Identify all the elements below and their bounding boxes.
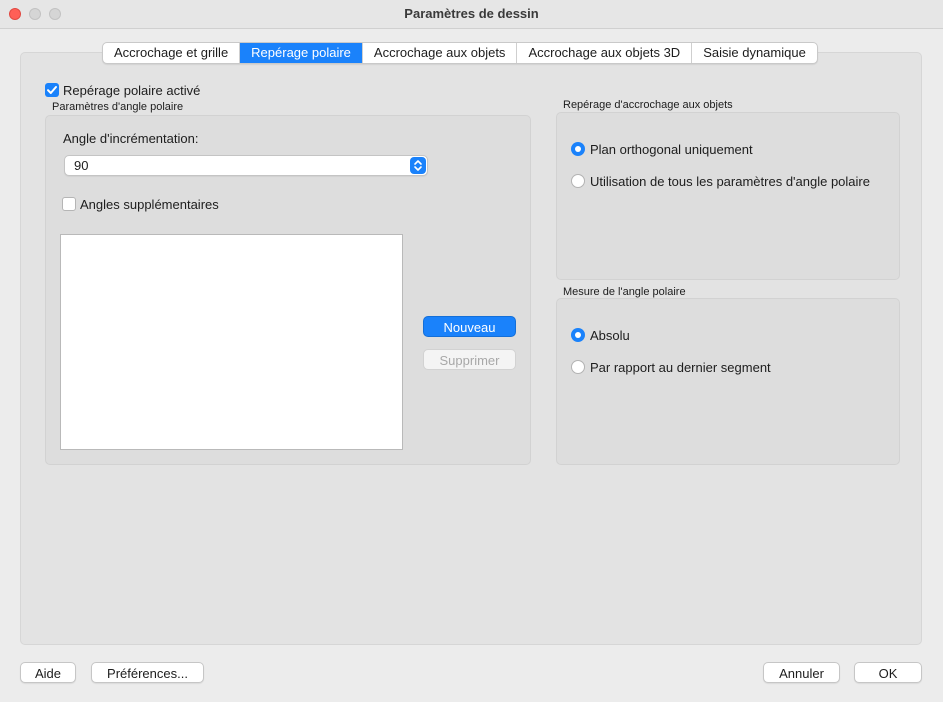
object-snap-tracking-group-label: Repérage d'accrochage aux objets [563,99,733,111]
cancel-button[interactable]: Annuler [763,662,840,683]
tab-dynamic-input[interactable]: Saisie dynamique [692,43,817,63]
increment-angle-label: Angle d'incrémentation: [63,131,199,146]
angle-measure-group-label: Mesure de l'angle polaire [563,286,686,298]
additional-angles-list[interactable] [60,234,403,450]
orthogonal-only-radio[interactable] [571,142,585,156]
angle-settings-group-label: Paramètres d'angle polaire [52,101,184,113]
additional-angles-label: Angles supplémentaires [80,197,219,212]
all-polar-angles-label: Utilisation de tous les paramètres d'ang… [590,174,870,189]
all-polar-angles-radio[interactable] [571,174,585,188]
tab-3d-object-snap[interactable]: Accrochage aux objets 3D [517,43,693,63]
object-snap-tracking-group [556,112,900,280]
relative-last-segment-radio[interactable] [571,360,585,374]
polar-tracking-checkbox[interactable] [45,83,59,97]
tab-snap-and-grid[interactable]: Accrochage et grille [103,43,241,63]
window-title: Paramètres de dessin [404,6,539,21]
ok-button[interactable]: OK [854,662,922,683]
polar-tracking-label: Repérage polaire activé [63,83,201,98]
delete-angle-button[interactable]: Supprimer [423,349,516,370]
absolute-radio[interactable] [571,328,585,342]
tab-polar-tracking[interactable]: Repérage polaire [240,43,363,63]
checkmark-icon [47,86,57,94]
increment-angle-value: 90 [74,158,89,173]
new-angle-button[interactable]: Nouveau [423,316,516,337]
select-chevrons-icon [410,157,426,174]
orthogonal-only-label: Plan orthogonal uniquement [590,142,753,157]
tab-object-snap[interactable]: Accrochage aux objets [363,43,518,63]
angle-measure-group [556,298,900,465]
preferences-button[interactable]: Préférences... [91,662,204,683]
relative-last-segment-label: Par rapport au dernier segment [590,360,771,375]
absolute-label: Absolu [590,328,630,343]
additional-angles-checkbox[interactable] [62,197,76,211]
increment-angle-select[interactable]: 90 [64,155,428,176]
help-button[interactable]: Aide [20,662,76,683]
tab-bar: Accrochage et grille Repérage polaire Ac… [102,42,818,64]
